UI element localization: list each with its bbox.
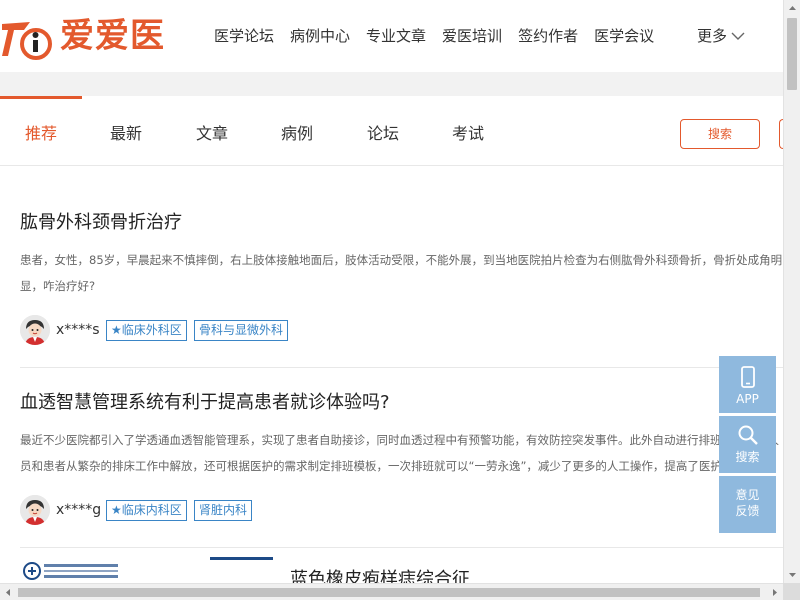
tag-subcategory[interactable]: 肾脏内科 bbox=[194, 500, 253, 521]
side-search-button[interactable]: 搜索 bbox=[719, 416, 776, 473]
avatar-icon bbox=[20, 495, 50, 525]
post-divider bbox=[20, 367, 783, 368]
avatar-icon bbox=[20, 315, 50, 345]
chevron-down-icon bbox=[731, 32, 745, 40]
post-meta: x****g ★临床内科区 肾脏内科 bbox=[20, 495, 783, 525]
tab-articles[interactable]: 文章 bbox=[196, 124, 228, 144]
feed-tabs: 推荐 最新 文章 病例 论坛 考试 搜索 bbox=[0, 96, 799, 166]
nav-articles[interactable]: 专业文章 bbox=[366, 26, 426, 46]
main-nav: 医学论坛 病例中心 专业文章 爱医培训 签约作者 医学会议 bbox=[214, 26, 670, 46]
post-feed: 肱骨外科颈骨折治疗 患者，女性，85岁，早晨起来不慎摔倒，右上肢体接触地面后，肢… bbox=[0, 166, 783, 584]
search-icon bbox=[738, 425, 758, 445]
nav-forum[interactable]: 医学论坛 bbox=[214, 26, 274, 46]
vertical-scrollbar[interactable] bbox=[783, 0, 800, 583]
logo-mark-icon bbox=[2, 22, 52, 60]
scroll-down-arrow-icon[interactable] bbox=[784, 566, 800, 583]
avatar[interactable] bbox=[20, 495, 50, 525]
post-title[interactable]: 肱骨外科颈骨折治疗 bbox=[20, 211, 783, 235]
vertical-scroll-thumb[interactable] bbox=[787, 18, 797, 90]
tab-cases[interactable]: 病例 bbox=[281, 124, 313, 144]
post-meta: x****s ★临床外科区 骨科与显微外科 bbox=[20, 315, 783, 345]
tab-recommended[interactable]: 推荐 bbox=[25, 124, 57, 144]
hospital-logo bbox=[23, 562, 118, 580]
app-button[interactable]: APP bbox=[719, 356, 776, 413]
nav-conferences[interactable]: 医学会议 bbox=[594, 26, 654, 46]
feedback-button[interactable]: 意见 反馈 bbox=[719, 476, 776, 533]
tag-category[interactable]: ★临床内科区 bbox=[106, 500, 187, 521]
tag-subcategory[interactable]: 骨科与显微外科 bbox=[194, 320, 289, 341]
horizontal-scroll-thumb[interactable] bbox=[18, 588, 760, 597]
author-name[interactable]: x****s bbox=[56, 321, 100, 339]
site-header: 爱爱医 医学论坛 病例中心 专业文章 爱医培训 签约作者 医学会议 更多 bbox=[0, 0, 783, 72]
scroll-left-arrow-icon[interactable] bbox=[0, 584, 17, 600]
feedback-label-line2: 反馈 bbox=[735, 504, 760, 518]
more-menu[interactable]: 更多 bbox=[697, 26, 745, 46]
header-divider bbox=[0, 72, 783, 96]
post-card[interactable]: 肱骨外科颈骨折治疗 患者，女性，85岁，早晨起来不慎摔倒，右上肢体接触地面后，肢… bbox=[20, 211, 783, 345]
logo-text: 爱爱医 bbox=[60, 16, 165, 56]
post-title[interactable]: 血透智慧管理系统有利于提高患者就诊体验吗? bbox=[20, 391, 783, 415]
more-label: 更多 bbox=[697, 27, 728, 45]
post-title[interactable]: 蓝色橡皮疱样痣综合征 bbox=[290, 568, 470, 584]
nav-authors[interactable]: 签约作者 bbox=[518, 26, 578, 46]
post-card[interactable]: 血透智慧管理系统有利于提高患者就诊体验吗? 最近不少医院都引入了学透通血透智能管… bbox=[20, 391, 783, 525]
search-button[interactable]: 搜索 bbox=[680, 119, 760, 149]
feedback-label-line1: 意见 bbox=[735, 488, 760, 502]
author-name[interactable]: x****g bbox=[56, 501, 101, 519]
tab-forum[interactable]: 论坛 bbox=[367, 124, 399, 144]
tag-category[interactable]: ★临床外科区 bbox=[106, 320, 187, 341]
scroll-right-arrow-icon[interactable] bbox=[766, 584, 783, 600]
nav-case-center[interactable]: 病例中心 bbox=[290, 26, 350, 46]
side-search-label: 搜索 bbox=[735, 450, 760, 464]
nav-training[interactable]: 爱医培训 bbox=[442, 26, 502, 46]
tab-latest[interactable]: 最新 bbox=[110, 124, 142, 144]
phone-icon bbox=[740, 366, 755, 388]
scroll-up-arrow-icon[interactable] bbox=[784, 0, 800, 17]
active-tab-indicator bbox=[0, 96, 82, 99]
site-logo[interactable]: 爱爱医 bbox=[0, 14, 190, 62]
post-summary: 患者，女性，85岁，早晨起来不慎摔倒，右上肢体接触地面后，肢体活动受限，不能外展… bbox=[20, 253, 783, 293]
scrollbar-corner bbox=[783, 583, 800, 600]
app-label: APP bbox=[736, 392, 759, 406]
post-summary: 最近不少医院都引入了学透通血透智能管理系，实现了患者自助接诊，同时血透过程中有预… bbox=[20, 433, 780, 473]
post-accent-bar bbox=[210, 557, 273, 560]
horizontal-scrollbar[interactable] bbox=[0, 583, 783, 600]
post-divider bbox=[20, 547, 783, 548]
tab-exam[interactable]: 考试 bbox=[452, 124, 484, 144]
avatar[interactable] bbox=[20, 315, 50, 345]
